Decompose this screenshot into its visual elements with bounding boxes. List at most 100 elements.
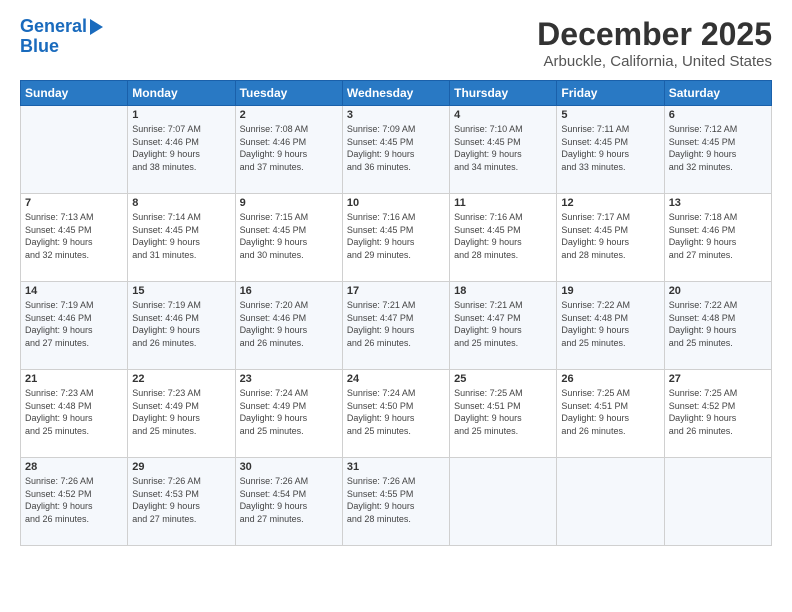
calendar-table: SundayMondayTuesdayWednesdayThursdayFrid… bbox=[20, 80, 772, 546]
day-info: Sunrise: 7:25 AMSunset: 4:52 PMDaylight:… bbox=[669, 387, 767, 437]
sunset-text: Sunset: 4:47 PM bbox=[454, 312, 552, 325]
day-info: Sunrise: 7:24 AMSunset: 4:50 PMDaylight:… bbox=[347, 387, 445, 437]
logo: General Blue bbox=[20, 16, 103, 57]
day-info: Sunrise: 7:21 AMSunset: 4:47 PMDaylight:… bbox=[347, 299, 445, 349]
sunrise-text: Sunrise: 7:25 AM bbox=[669, 387, 767, 400]
day-info: Sunrise: 7:23 AMSunset: 4:49 PMDaylight:… bbox=[132, 387, 230, 437]
sunrise-text: Sunrise: 7:20 AM bbox=[240, 299, 338, 312]
sunset-text: Sunset: 4:51 PM bbox=[454, 400, 552, 413]
sunrise-text: Sunrise: 7:22 AM bbox=[669, 299, 767, 312]
day-info: Sunrise: 7:08 AMSunset: 4:46 PMDaylight:… bbox=[240, 123, 338, 173]
sunset-text: Sunset: 4:53 PM bbox=[132, 488, 230, 501]
day-number: 26 bbox=[561, 373, 659, 385]
calendar-cell: 12Sunrise: 7:17 AMSunset: 4:45 PMDayligh… bbox=[557, 194, 664, 282]
calendar-cell: 9Sunrise: 7:15 AMSunset: 4:45 PMDaylight… bbox=[235, 194, 342, 282]
day-number: 7 bbox=[25, 197, 123, 209]
page: General Blue December 2025 Arbuckle, Cal… bbox=[0, 0, 792, 612]
daylight-text: Daylight: 9 hoursand 26 minutes. bbox=[25, 500, 123, 525]
day-info: Sunrise: 7:15 AMSunset: 4:45 PMDaylight:… bbox=[240, 211, 338, 261]
title-block: December 2025 Arbuckle, California, Unit… bbox=[537, 16, 772, 70]
sunrise-text: Sunrise: 7:09 AM bbox=[347, 123, 445, 136]
calendar-cell: 11Sunrise: 7:16 AMSunset: 4:45 PMDayligh… bbox=[450, 194, 557, 282]
day-number: 30 bbox=[240, 461, 338, 473]
calendar-cell: 29Sunrise: 7:26 AMSunset: 4:53 PMDayligh… bbox=[128, 458, 235, 546]
day-info: Sunrise: 7:22 AMSunset: 4:48 PMDaylight:… bbox=[669, 299, 767, 349]
day-number: 23 bbox=[240, 373, 338, 385]
sunrise-text: Sunrise: 7:16 AM bbox=[347, 211, 445, 224]
day-header-friday: Friday bbox=[557, 81, 664, 106]
sunset-text: Sunset: 4:54 PM bbox=[240, 488, 338, 501]
sunrise-text: Sunrise: 7:17 AM bbox=[561, 211, 659, 224]
day-info: Sunrise: 7:25 AMSunset: 4:51 PMDaylight:… bbox=[454, 387, 552, 437]
day-info: Sunrise: 7:26 AMSunset: 4:54 PMDaylight:… bbox=[240, 475, 338, 525]
sunrise-text: Sunrise: 7:22 AM bbox=[561, 299, 659, 312]
sunrise-text: Sunrise: 7:19 AM bbox=[25, 299, 123, 312]
day-number: 13 bbox=[669, 197, 767, 209]
calendar-cell: 4 Sunrise: 7:10 AMSunset: 4:45 PMDaylight… bbox=[450, 106, 557, 194]
calendar-cell bbox=[557, 458, 664, 546]
daylight-text: Daylight: 9 hoursand 26 minutes. bbox=[347, 324, 445, 349]
daylight-text: Daylight: 9 hoursand 25 minutes. bbox=[454, 324, 552, 349]
day-number: 6 bbox=[669, 109, 767, 121]
calendar-cell: 1 Sunrise: 7:07 AMSunset: 4:46 PMDaylight… bbox=[128, 106, 235, 194]
day-info: Sunrise: 7:16 AMSunset: 4:45 PMDaylight:… bbox=[347, 211, 445, 261]
calendar-cell: 2 Sunrise: 7:08 AMSunset: 4:46 PMDaylight… bbox=[235, 106, 342, 194]
day-info: Sunrise: 7:24 AMSunset: 4:49 PMDaylight:… bbox=[240, 387, 338, 437]
day-header-wednesday: Wednesday bbox=[342, 81, 449, 106]
day-number: 17 bbox=[347, 285, 445, 297]
calendar-cell: 25Sunrise: 7:25 AMSunset: 4:51 PMDayligh… bbox=[450, 370, 557, 458]
calendar-week-row: 14Sunrise: 7:19 AMSunset: 4:46 PMDayligh… bbox=[21, 282, 772, 370]
day-info: Sunrise: 7:26 AMSunset: 4:55 PMDaylight:… bbox=[347, 475, 445, 525]
sunset-text: Sunset: 4:52 PM bbox=[669, 400, 767, 413]
calendar-cell: 18Sunrise: 7:21 AMSunset: 4:47 PMDayligh… bbox=[450, 282, 557, 370]
sunrise-text: Sunrise: 7:18 AM bbox=[669, 211, 767, 224]
day-info: Sunrise: 7:21 AMSunset: 4:47 PMDaylight:… bbox=[454, 299, 552, 349]
daylight-text: Daylight: 9 hoursand 27 minutes. bbox=[669, 236, 767, 261]
day-header-sunday: Sunday bbox=[21, 81, 128, 106]
calendar-cell: 15Sunrise: 7:19 AMSunset: 4:46 PMDayligh… bbox=[128, 282, 235, 370]
daylight-text: Daylight: 9 hoursand 25 minutes. bbox=[454, 412, 552, 437]
day-number: 8 bbox=[132, 197, 230, 209]
day-number: 16 bbox=[240, 285, 338, 297]
day-number: 22 bbox=[132, 373, 230, 385]
logo-blue: Blue bbox=[20, 36, 103, 57]
sunrise-text: Sunrise: 7:10 AM bbox=[454, 123, 552, 136]
daylight-text: Daylight: 9 hoursand 38 minutes. bbox=[132, 148, 230, 173]
sunrise-text: Sunrise: 7:07 AM bbox=[132, 123, 230, 136]
calendar-cell bbox=[450, 458, 557, 546]
day-info: Sunrise: 7:26 AMSunset: 4:53 PMDaylight:… bbox=[132, 475, 230, 525]
day-number: 10 bbox=[347, 197, 445, 209]
sunset-text: Sunset: 4:49 PM bbox=[240, 400, 338, 413]
sunset-text: Sunset: 4:45 PM bbox=[454, 136, 552, 149]
daylight-text: Daylight: 9 hoursand 28 minutes. bbox=[561, 236, 659, 261]
day-info: Sunrise: 7:19 AMSunset: 4:46 PMDaylight:… bbox=[25, 299, 123, 349]
day-number: 31 bbox=[347, 461, 445, 473]
sunrise-text: Sunrise: 7:13 AM bbox=[25, 211, 123, 224]
daylight-text: Daylight: 9 hoursand 28 minutes. bbox=[454, 236, 552, 261]
day-info: Sunrise: 7:26 AMSunset: 4:52 PMDaylight:… bbox=[25, 475, 123, 525]
day-number: 3 bbox=[347, 109, 445, 121]
day-info: Sunrise: 7:23 AMSunset: 4:48 PMDaylight:… bbox=[25, 387, 123, 437]
sunset-text: Sunset: 4:46 PM bbox=[669, 224, 767, 237]
sunset-text: Sunset: 4:46 PM bbox=[132, 136, 230, 149]
calendar-cell: 26Sunrise: 7:25 AMSunset: 4:51 PMDayligh… bbox=[557, 370, 664, 458]
day-number: 2 bbox=[240, 109, 338, 121]
sunrise-text: Sunrise: 7:25 AM bbox=[561, 387, 659, 400]
calendar-cell: 13 Sunrise: 7:18 AMSunset: 4:46 PMDayligh… bbox=[664, 194, 771, 282]
calendar-cell: 10 Sunrise: 7:16 AMSunset: 4:45 PMDayligh… bbox=[342, 194, 449, 282]
day-number: 1 bbox=[132, 109, 230, 121]
calendar-cell: 27 Sunrise: 7:25 AMSunset: 4:52 PMDayligh… bbox=[664, 370, 771, 458]
day-number: 27 bbox=[669, 373, 767, 385]
daylight-text: Daylight: 9 hoursand 25 minutes. bbox=[347, 412, 445, 437]
day-number: 4 bbox=[454, 109, 552, 121]
calendar-week-row: 28Sunrise: 7:26 AMSunset: 4:52 PMDayligh… bbox=[21, 458, 772, 546]
day-info: Sunrise: 7:10 AMSunset: 4:45 PMDaylight:… bbox=[454, 123, 552, 173]
sunset-text: Sunset: 4:45 PM bbox=[669, 136, 767, 149]
calendar-cell: 22 Sunrise: 7:23 AMSunset: 4:49 PMDayligh… bbox=[128, 370, 235, 458]
sunrise-text: Sunrise: 7:15 AM bbox=[240, 211, 338, 224]
sunset-text: Sunset: 4:45 PM bbox=[132, 224, 230, 237]
sunrise-text: Sunrise: 7:19 AM bbox=[132, 299, 230, 312]
sunset-text: Sunset: 4:45 PM bbox=[347, 136, 445, 149]
sunset-text: Sunset: 4:52 PM bbox=[25, 488, 123, 501]
calendar-cell bbox=[664, 458, 771, 546]
